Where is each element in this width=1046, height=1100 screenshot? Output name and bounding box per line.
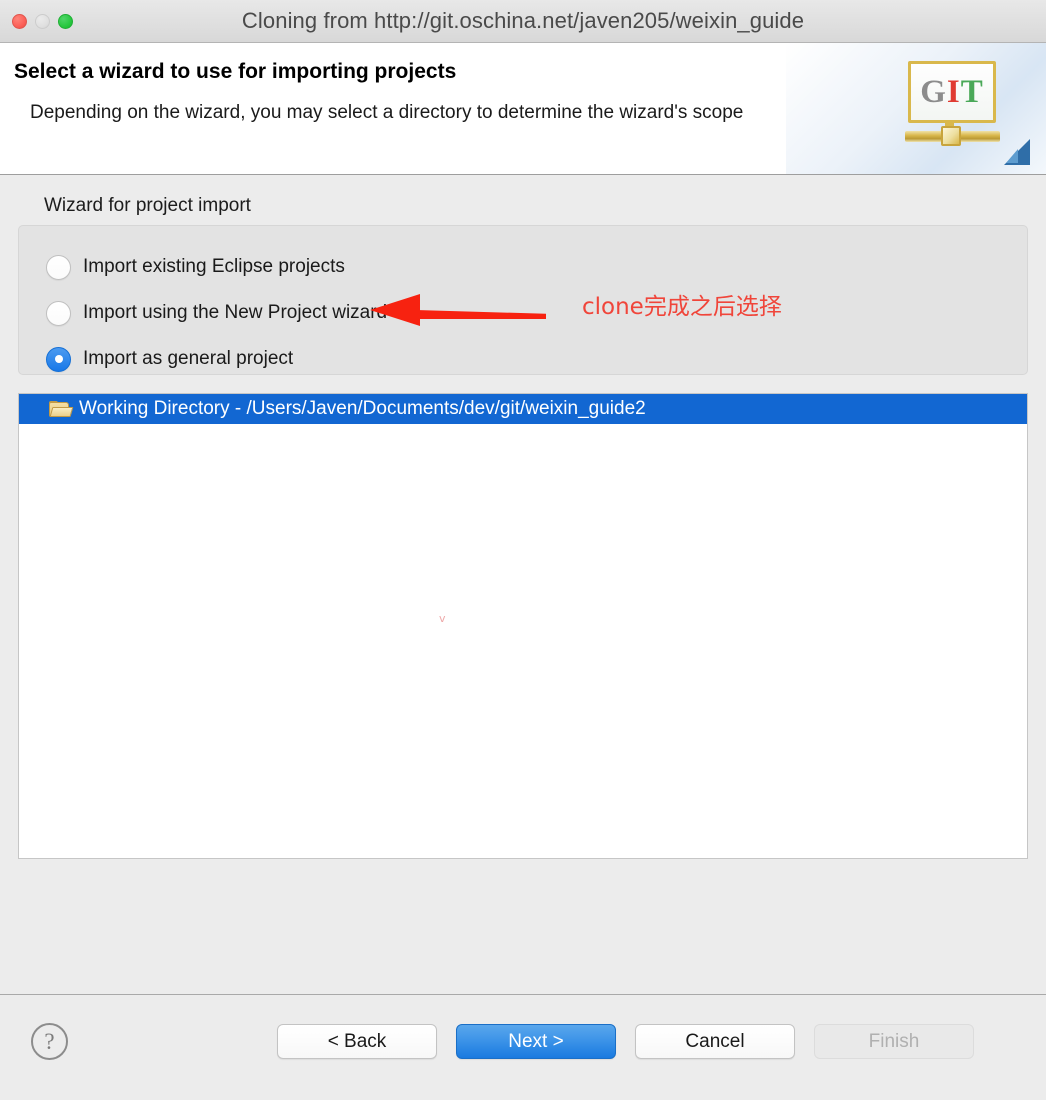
back-button[interactable]: < Back: [277, 1024, 437, 1059]
wizard-window: Cloning from http://git.oschina.net/jave…: [0, 0, 1046, 1100]
list-item[interactable]: Working Directory - /Users/Javen/Documen…: [19, 394, 1027, 424]
window-title: Cloning from http://git.oschina.net/jave…: [241, 8, 805, 33]
radio-option-import-using-new-project-wizard[interactable]: Import using the New Project wizard: [19, 290, 1027, 336]
git-letter-t: T: [960, 73, 984, 110]
radio-option-import-as-general-project[interactable]: Import as general project: [19, 336, 1027, 382]
folder-front: [49, 406, 74, 417]
close-button[interactable]: [12, 13, 27, 29]
wizard-radio-group: Import existing Eclipse projects Import …: [18, 225, 1028, 375]
git-letter-i: I: [946, 73, 961, 110]
radio-label: Import using the New Project wizard: [83, 302, 388, 323]
radio-label: Import as general project: [83, 348, 294, 369]
open-folder-icon: [49, 400, 74, 418]
radio-icon-selected[interactable]: [46, 346, 71, 372]
git-logo-icon: G I T: [905, 61, 1030, 165]
help-icon[interactable]: ?: [31, 1023, 68, 1060]
radio-option-import-existing-eclipse-projects[interactable]: Import existing Eclipse projects: [19, 244, 1027, 290]
dialog-footer: ? < Back Next > Cancel Finish: [0, 994, 1046, 1100]
directory-list-panel[interactable]: Working Directory - /Users/Javen/Documen…: [18, 393, 1028, 859]
button-bar: < Back Next > Cancel Finish: [277, 1024, 974, 1059]
watermark-text: v: [439, 612, 446, 625]
cancel-button[interactable]: Cancel: [635, 1024, 795, 1059]
page-title: Select a wizard to use for importing pro…: [14, 60, 457, 83]
finish-button: Finish: [814, 1024, 974, 1059]
git-board: G I T: [908, 61, 996, 123]
maximize-button[interactable]: [58, 13, 73, 29]
blue-triangle-highlight: [1006, 149, 1018, 163]
minimize-button[interactable]: [35, 13, 50, 29]
page-subtitle: Depending on the wizard, you may select …: [30, 102, 744, 124]
radio-icon[interactable]: [46, 254, 71, 280]
wizard-banner: Select a wizard to use for importing pro…: [0, 43, 1046, 175]
git-knob: [941, 126, 961, 146]
list-item-label: Working Directory - /Users/Javen/Documen…: [79, 398, 646, 419]
git-letters: G I T: [920, 73, 984, 110]
radio-icon[interactable]: [46, 300, 71, 326]
banner-text-block: Select a wizard to use for importing pro…: [0, 43, 860, 126]
title-bar: Cloning from http://git.oschina.net/jave…: [0, 0, 1046, 43]
window-controls: [12, 13, 73, 29]
git-letter-g: G: [920, 73, 947, 110]
wizard-body: Wizard for project import Import existin…: [0, 175, 1046, 994]
next-button[interactable]: Next >: [456, 1024, 616, 1059]
wizard-group-label: Wizard for project import: [44, 195, 251, 216]
radio-label: Import existing Eclipse projects: [83, 256, 345, 277]
